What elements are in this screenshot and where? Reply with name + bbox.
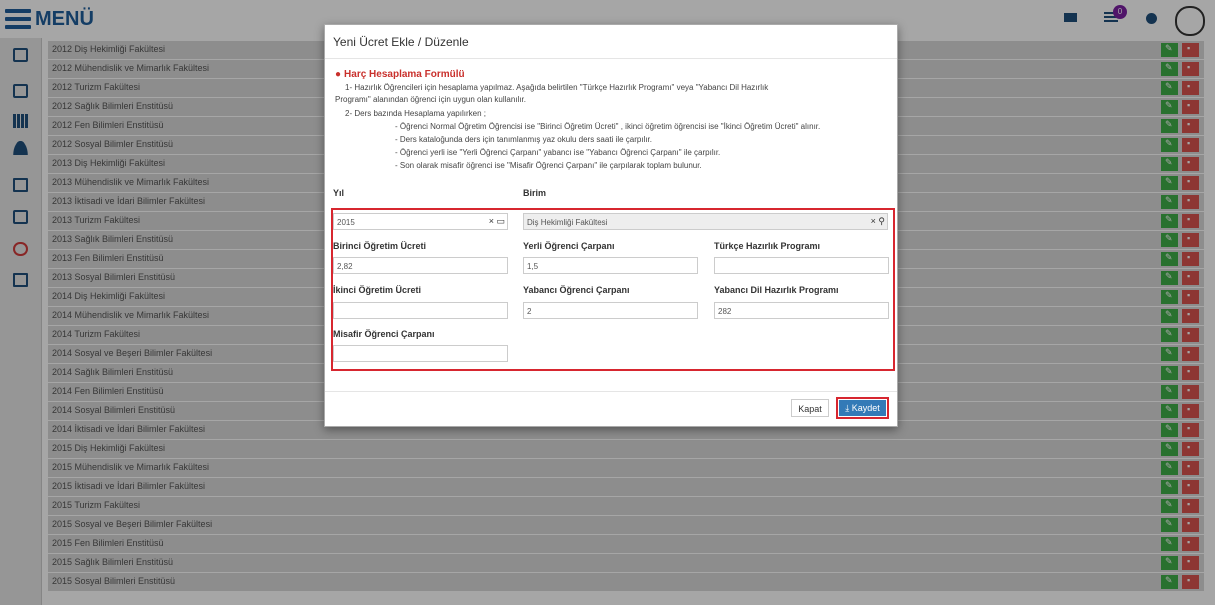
save-button[interactable]: ⤓ Kaydet <box>839 400 886 416</box>
clear-icon[interactable]: × <box>871 216 876 226</box>
formula-line: 1- Hazırlık Öğrencileri için hesaplama y… <box>345 83 769 92</box>
turkce-label: Türkçe Hazırlık Programı <box>714 241 821 251</box>
formula-line: - Son olarak misafir öğrenci ise "Misafi… <box>395 161 702 170</box>
birinci-input[interactable]: 2,82 <box>333 257 508 274</box>
download-icon: ⤓ <box>845 403 850 413</box>
yerli-input[interactable]: 1,5 <box>523 257 698 274</box>
yil-value: 2015 <box>337 218 355 227</box>
save-label: Kaydet <box>851 403 880 413</box>
search-icon[interactable]: ⚲ <box>878 216 885 226</box>
ikinci-input[interactable] <box>333 302 508 319</box>
yabanci-input[interactable]: 2 <box>523 302 698 319</box>
fee-edit-modal: Yeni Ücret Ekle / Düzenle Harç Hesaplama… <box>324 24 898 427</box>
yerli-value: 1,5 <box>527 262 539 271</box>
formula-line: - Ders kataloğunda ders için tanımlanmış… <box>395 135 653 144</box>
birinci-label: Birinci Öğretim Ücreti <box>333 241 427 251</box>
formula-title: Harç Hesaplama Formülü <box>335 69 465 80</box>
birim-input[interactable]: Diş Hekimliği Fakültesi × ⚲ <box>523 213 888 230</box>
yabanci-dil-input[interactable]: 282 <box>714 302 889 319</box>
yil-label: Yıl <box>333 188 345 198</box>
formula-line: Programı" alanından öğrenci için uygun o… <box>335 95 526 104</box>
modal-title: Yeni Ücret Ekle / Düzenle <box>333 35 469 49</box>
birim-label: Birim <box>523 188 547 198</box>
yabanci-dil-label: Yabancı Dil Hazırlık Programı <box>714 285 839 295</box>
misafir-label: Misafir Öğrenci Çarpanı <box>333 329 435 339</box>
ikinci-label: İkinci Öğretim Ücreti <box>333 285 422 295</box>
calendar-icon[interactable]: ▭ <box>496 216 505 226</box>
formula-line: - Öğrenci Normal Öğretim Öğrencisi ise "… <box>395 122 821 131</box>
modal-footer-divider <box>325 391 897 392</box>
clear-icon[interactable]: × <box>489 216 494 226</box>
formula-line: 2- Ders bazında Hesaplama yapılırken ; <box>345 109 486 118</box>
yil-input[interactable]: 2015 × ▭ <box>333 213 508 230</box>
turkce-input[interactable] <box>714 257 889 274</box>
modal-divider <box>325 58 897 59</box>
yerli-label: Yerli Öğrenci Çarpanı <box>523 241 615 251</box>
birim-value: Diş Hekimliği Fakültesi <box>527 218 608 227</box>
yabanci-label: Yabancı Öğrenci Çarpanı <box>523 285 630 295</box>
yabanci-value: 2 <box>527 307 532 316</box>
close-button[interactable]: Kapat <box>791 399 829 417</box>
birinci-value: 2,82 <box>337 262 353 271</box>
misafir-input[interactable] <box>333 345 508 362</box>
formula-line: - Öğrenci yerli ise "Yerli Öğrenci Çarpa… <box>395 148 721 157</box>
yabanci-dil-value: 282 <box>718 307 732 316</box>
save-button-frame: ⤓ Kaydet <box>836 397 889 419</box>
